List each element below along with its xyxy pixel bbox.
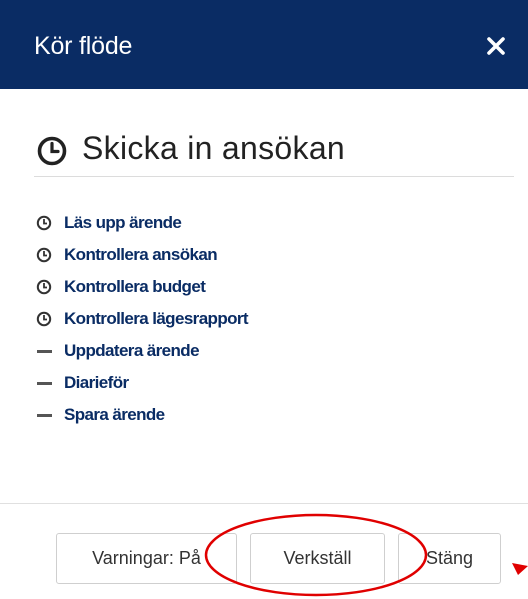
step-label: Kontrollera lägesrapport xyxy=(64,309,249,328)
workflow-title-section: Skicka in ansökan xyxy=(34,130,514,177)
workflow-step-spara-arende[interactable]: Spara ärende xyxy=(36,399,248,431)
step-label: Läs upp ärende xyxy=(64,213,182,232)
clock-icon xyxy=(36,279,58,295)
warnings-toggle-button[interactable]: Varningar: På xyxy=(56,533,237,584)
step-label: Kontrollera ansökan xyxy=(64,245,218,264)
red-arrow-marker xyxy=(512,563,528,575)
workflow-step-diariefor[interactable]: Diarieför xyxy=(36,367,248,399)
workflow-step-uppdatera-arende[interactable]: Uppdatera ärende xyxy=(36,335,248,367)
workflow-step-kontrollera-lagesrapport[interactable]: Kontrollera lägesrapport xyxy=(36,303,249,335)
workflow-steps-list: Läs upp ärende Kontrollera ansökan Kontr… xyxy=(36,207,249,431)
dash-icon xyxy=(36,375,58,391)
dash-icon xyxy=(36,343,58,359)
workflow-step-las-upp-arende[interactable]: Läs upp ärende xyxy=(36,207,248,239)
close-button[interactable] xyxy=(480,30,512,62)
close-icon xyxy=(487,37,505,55)
clock-icon xyxy=(36,311,58,327)
step-label: Kontrollera budget xyxy=(64,277,206,296)
dash-icon xyxy=(36,407,58,423)
step-label: Diarieför xyxy=(64,373,129,392)
close-dialog-button[interactable]: Stäng xyxy=(398,533,501,584)
workflow-step-kontrollera-ansokan[interactable]: Kontrollera ansökan xyxy=(36,239,248,271)
footer-divider xyxy=(0,503,528,504)
workflow-title: Skicka in ansökan xyxy=(82,130,346,166)
step-label: Spara ärende xyxy=(64,405,165,424)
dialog-header: Kör flöde xyxy=(0,0,528,89)
clock-icon xyxy=(37,136,67,166)
workflow-step-kontrollera-budget[interactable]: Kontrollera budget xyxy=(36,271,248,303)
clock-icon xyxy=(36,247,58,263)
apply-button[interactable]: Verkställ xyxy=(250,533,385,584)
clock-icon xyxy=(36,215,58,231)
step-label: Uppdatera ärende xyxy=(64,341,200,360)
dialog-title: Kör flöde xyxy=(34,32,133,60)
